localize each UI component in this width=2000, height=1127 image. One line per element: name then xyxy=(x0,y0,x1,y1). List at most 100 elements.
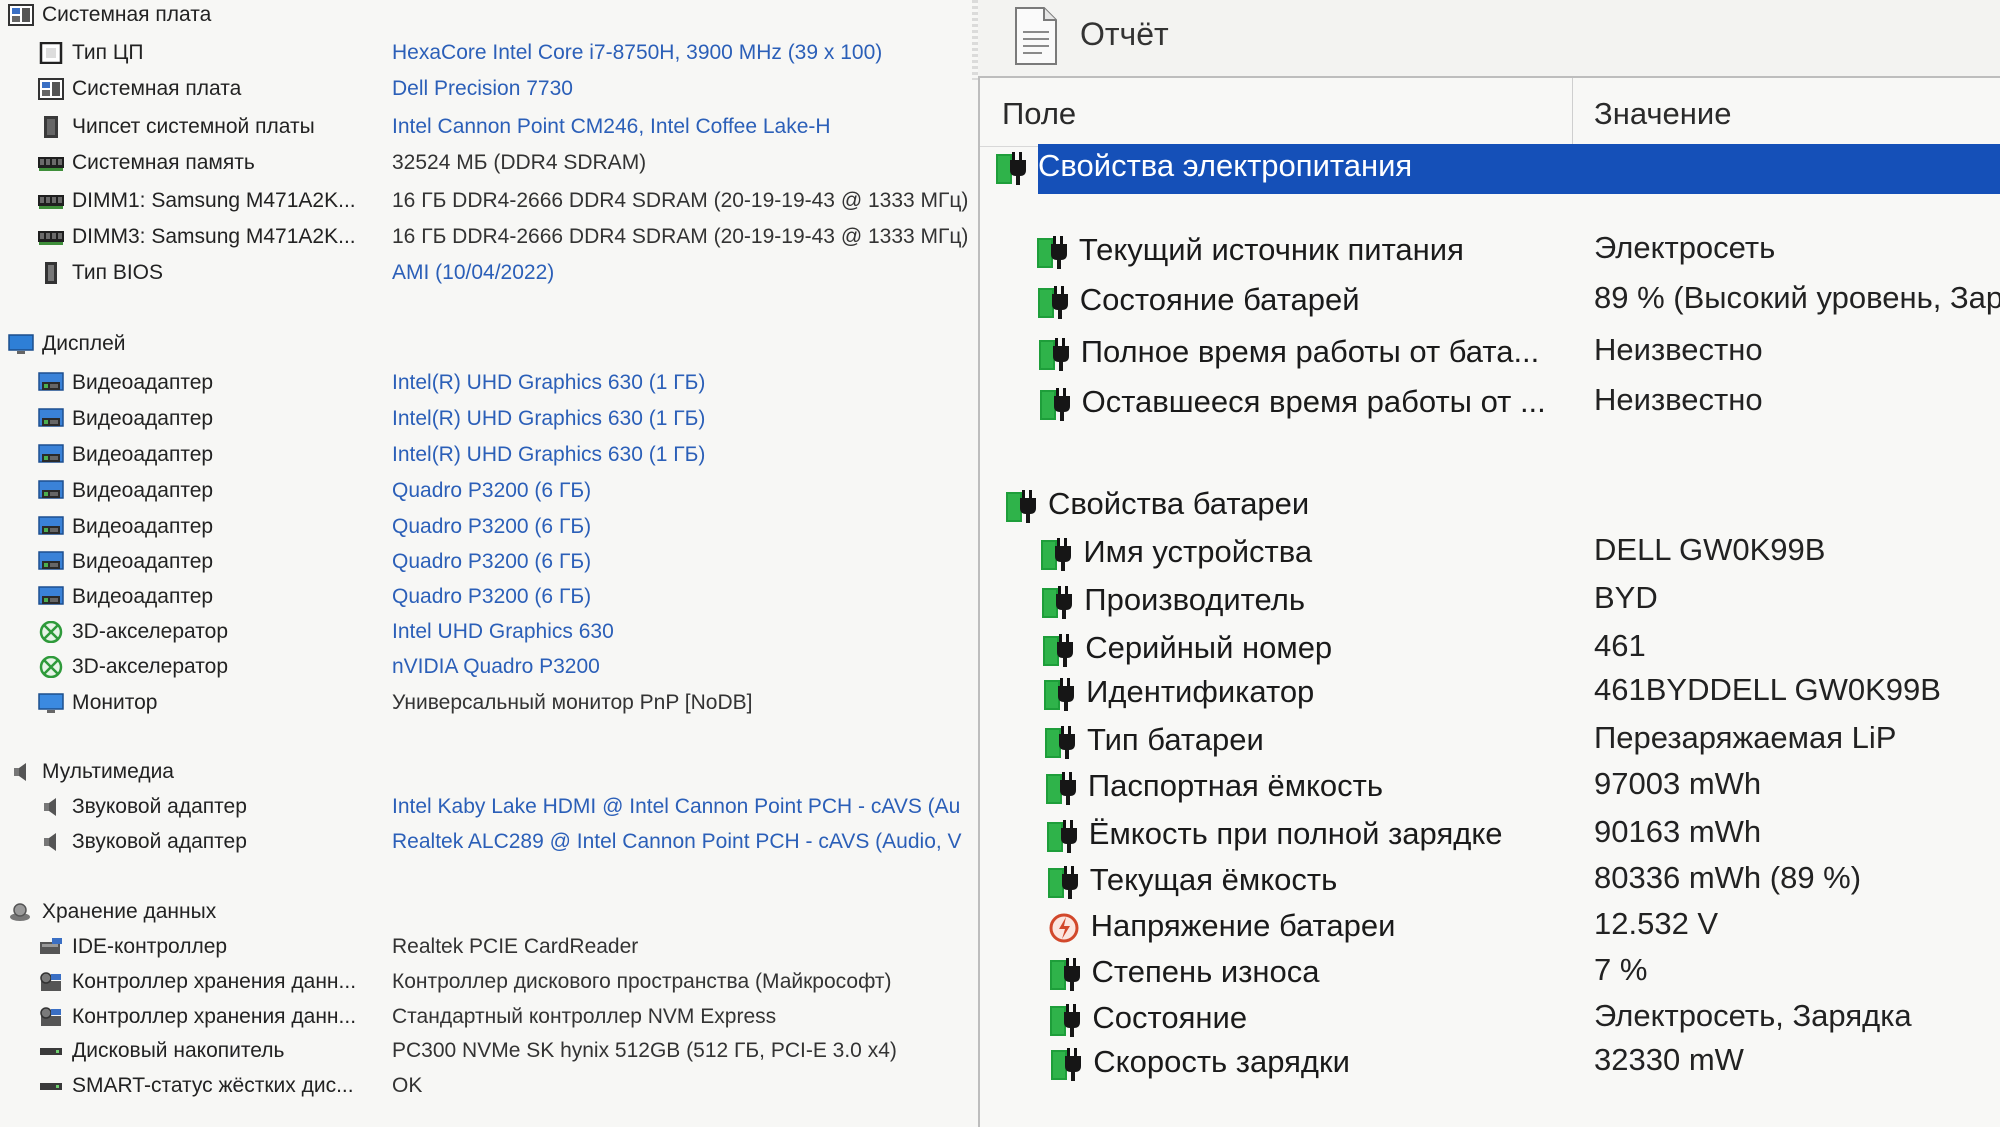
tree-section[interactable]: Системная плата xyxy=(0,0,978,30)
speaker-icon xyxy=(8,761,34,783)
tree-item-value-link[interactable]: Quadro P3200 (6 ГБ) xyxy=(392,515,591,539)
report-row[interactable]: Состояние батарей 89 % (Высокий уровень, … xyxy=(980,278,2000,324)
report-row[interactable]: Напряжение батареи 12.532 V xyxy=(980,904,2000,950)
report-field-value: 80336 mWh (89 %) xyxy=(1594,860,1862,895)
power-plug-icon xyxy=(1046,818,1081,854)
report-row[interactable]: Тип батареи Перезаряжаемая LiP xyxy=(980,718,2000,764)
tree-item-value-link[interactable]: Intel(R) UHD Graphics 630 (1 ГБ) xyxy=(392,407,705,431)
report-field-value: 32330 mW xyxy=(1594,1042,1744,1077)
report-row[interactable]: Паспортная ёмкость 97003 mWh xyxy=(980,764,2000,810)
tree-item[interactable]: Видеоадаптер Quadro P3200 (6 ГБ) xyxy=(0,512,978,542)
report-row[interactable]: Производитель BYD xyxy=(980,578,2000,624)
power-plug-icon xyxy=(1039,386,1074,422)
bios-chip-icon xyxy=(38,262,64,284)
chipset-icon xyxy=(38,116,64,138)
tree-item[interactable]: Видеоадаптер Quadro P3200 (6 ГБ) xyxy=(0,476,978,506)
tree-item[interactable]: Системная память 32524 МБ (DDR4 SDRAM) xyxy=(0,148,978,178)
tree-item-value-link[interactable]: AMI (10/04/2022) xyxy=(392,261,554,285)
tree-item[interactable]: Чипсет системной платы Intel Cannon Point… xyxy=(0,112,978,142)
report-field-label: Паспортная ёмкость xyxy=(1087,768,1384,803)
report-row[interactable]: Ёмкость при полной зарядке 90163 mWh xyxy=(980,812,2000,858)
column-divider[interactable] xyxy=(1572,78,1573,146)
left-tree-panel[interactable]: Системная плата Тип ЦП HexaCore Intel Core… xyxy=(0,0,978,1127)
tree-item-label: IDE-контроллер xyxy=(72,935,228,958)
report-row[interactable]: Идентификатор 461BYDDELL GW0K99B xyxy=(980,670,2000,716)
tree-item[interactable]: DIMM1: Samsung M471A2K... 16 ГБ DDR4-2666… xyxy=(0,186,978,216)
tree-item[interactable]: Звуковой адаптер Realtek ALC289 @ Intel C… xyxy=(0,827,978,857)
tree-item-label: Системная плата xyxy=(72,77,242,100)
video-adapter-icon xyxy=(38,444,64,466)
tree-item[interactable]: Видеоадаптер Quadro P3200 (6 ГБ) xyxy=(0,547,978,577)
tree-item-label: Тип ЦП xyxy=(72,41,144,64)
cpu-icon xyxy=(38,41,64,65)
tree-item[interactable]: Тип ЦП HexaCore Intel Core i7-8750H, 3900… xyxy=(0,38,978,68)
report-row[interactable]: Текущий источник питания Электросеть xyxy=(980,228,2000,274)
power-plug-icon xyxy=(1045,724,1079,760)
memory-icon xyxy=(38,226,64,248)
tree-item-value-link[interactable]: Quadro P3200 (6 ГБ) xyxy=(392,479,591,503)
tree-item-value-link[interactable]: Quadro P3200 (6 ГБ) xyxy=(392,585,591,609)
tree-item-value-link[interactable]: Dell Precision 7730 xyxy=(392,77,573,101)
report-field-label: Полное время работы от бата... xyxy=(1080,334,1540,369)
tree-item[interactable]: Системная плата Dell Precision 7730 xyxy=(0,74,978,104)
tree-item[interactable]: Контроллер хранения данн... Контроллер ди… xyxy=(0,967,978,997)
tree-item-value: PC300 NVMe SK hynix 512GB (512 ГБ, PCI-E… xyxy=(392,1039,897,1062)
tree-item[interactable]: Дисковый накопитель PC300 NVMe SK hynix 5… xyxy=(0,1036,978,1066)
report-field-label: Тип батареи xyxy=(1087,722,1264,757)
tree-item[interactable]: DIMM3: Samsung M471A2K... 16 ГБ DDR4-2666… xyxy=(0,222,978,252)
tree-item[interactable]: 3D-акселератор nVIDIA Quadro P3200 xyxy=(0,652,978,682)
tree-item[interactable]: SMART-статус жёстких дис... OK xyxy=(0,1071,978,1101)
tree-item-value-link[interactable]: Quadro P3200 (6 ГБ) xyxy=(392,550,591,574)
tree-item-value-link[interactable]: Intel Kaby Lake HDMI @ Intel Cannon Poin… xyxy=(392,795,960,819)
report-document-icon xyxy=(1015,7,1057,65)
report-row[interactable]: Серийный номер 461 xyxy=(980,626,2000,672)
tree-item[interactable]: Контроллер хранения данн... Стандартный к… xyxy=(0,1002,978,1032)
disk-drive-icon xyxy=(38,1040,64,1062)
tree-item-value-link[interactable]: HexaCore Intel Core i7-8750H, 3900 MHz (… xyxy=(392,41,882,65)
tree-item-value-link[interactable]: Intel(R) UHD Graphics 630 (1 ГБ) xyxy=(392,371,705,395)
tree-item[interactable]: Видеоадаптер Quadro P3200 (6 ГБ) xyxy=(0,582,978,612)
tree-item[interactable]: Видеоадаптер Intel(R) UHD Graphics 630 (1… xyxy=(0,404,978,434)
column-header-field[interactable]: Поле xyxy=(1002,96,1076,132)
report-row[interactable]: Состояние Электросеть, Зарядка xyxy=(980,996,2000,1042)
tree-item-label: SMART-статус жёстких дис... xyxy=(72,1074,354,1097)
tree-item[interactable]: 3D-акселератор Intel UHD Graphics 630 xyxy=(0,617,978,647)
report-field-label: Имя устройства xyxy=(1083,534,1313,569)
report-field-value: Электросеть xyxy=(1594,230,1776,265)
report-field-label: Ёмкость при полной зарядке xyxy=(1088,816,1503,851)
tree-item[interactable]: Видеоадаптер Intel(R) UHD Graphics 630 (1… xyxy=(0,368,978,398)
tree-item[interactable]: IDE-контроллер Realtek PCIE CardReader xyxy=(0,932,978,962)
report-row[interactable]: Скорость зарядки 32330 mW xyxy=(980,1040,2000,1086)
report-section-row[interactable]: Свойства электропитания xyxy=(980,144,2000,194)
report-field-label: Текущий источник питания xyxy=(1078,232,1464,267)
tree-item-label: Видеоадаптер xyxy=(72,585,214,608)
tree-item[interactable]: Видеоадаптер Intel(R) UHD Graphics 630 (1… xyxy=(0,440,978,470)
report-row[interactable]: Текущая ёмкость 80336 mWh (89 %) xyxy=(980,858,2000,904)
tree-item-label: Контроллер хранения данн... xyxy=(72,1005,357,1028)
tree-item[interactable]: Тип BIOS AMI (10/04/2022) xyxy=(0,258,978,288)
power-plug-icon xyxy=(1037,284,1072,320)
tree-item-value-link[interactable]: Intel Cannon Point CM246, Intel Coffee L… xyxy=(392,115,831,139)
tree-section[interactable]: Дисплей xyxy=(0,329,978,359)
report-row[interactable]: Оставшееся время работы от ... Неизвестно xyxy=(980,380,2000,426)
tree-item-label: Видеоадаптер xyxy=(72,443,214,466)
tree-item[interactable]: Звуковой адаптер Intel Kaby Lake HDMI @ I… xyxy=(0,792,978,822)
report-row[interactable]: Степень износа 7 % xyxy=(980,950,2000,996)
column-header-value[interactable]: Значение xyxy=(1594,96,1731,132)
report-section-row[interactable]: Свойства батареи xyxy=(980,482,2000,528)
tree-item-value: 32524 МБ (DDR4 SDRAM) xyxy=(392,151,647,174)
report-row[interactable]: Имя устройства DELL GW0K99B xyxy=(980,530,2000,576)
tree-section[interactable]: Мультимедиа xyxy=(0,757,978,787)
tree-item-value-link[interactable]: nVIDIA Quadro P3200 xyxy=(392,655,600,679)
tree-section[interactable]: Хранение данных xyxy=(0,897,978,927)
tree-item-value-link[interactable]: Intel UHD Graphics 630 xyxy=(392,620,614,644)
report-grid[interactable]: Поле Значение Свойства электропитания Тек… xyxy=(978,76,2000,1127)
tree-item-label: Дисковый накопитель xyxy=(72,1039,285,1062)
report-row[interactable]: Полное время работы от бата... Неизвестно xyxy=(980,330,2000,376)
report-field-value: BYD xyxy=(1594,580,1658,615)
video-adapter-icon xyxy=(38,372,64,394)
power-plug-icon xyxy=(1043,632,1077,668)
tree-item-value-link[interactable]: Intel(R) UHD Graphics 630 (1 ГБ) xyxy=(392,443,705,467)
tree-item-value-link[interactable]: Realtek ALC289 @ Intel Cannon Point PCH … xyxy=(392,830,962,854)
tree-item[interactable]: Монитор Универсальный монитор PnP [NoDB] xyxy=(0,688,978,718)
